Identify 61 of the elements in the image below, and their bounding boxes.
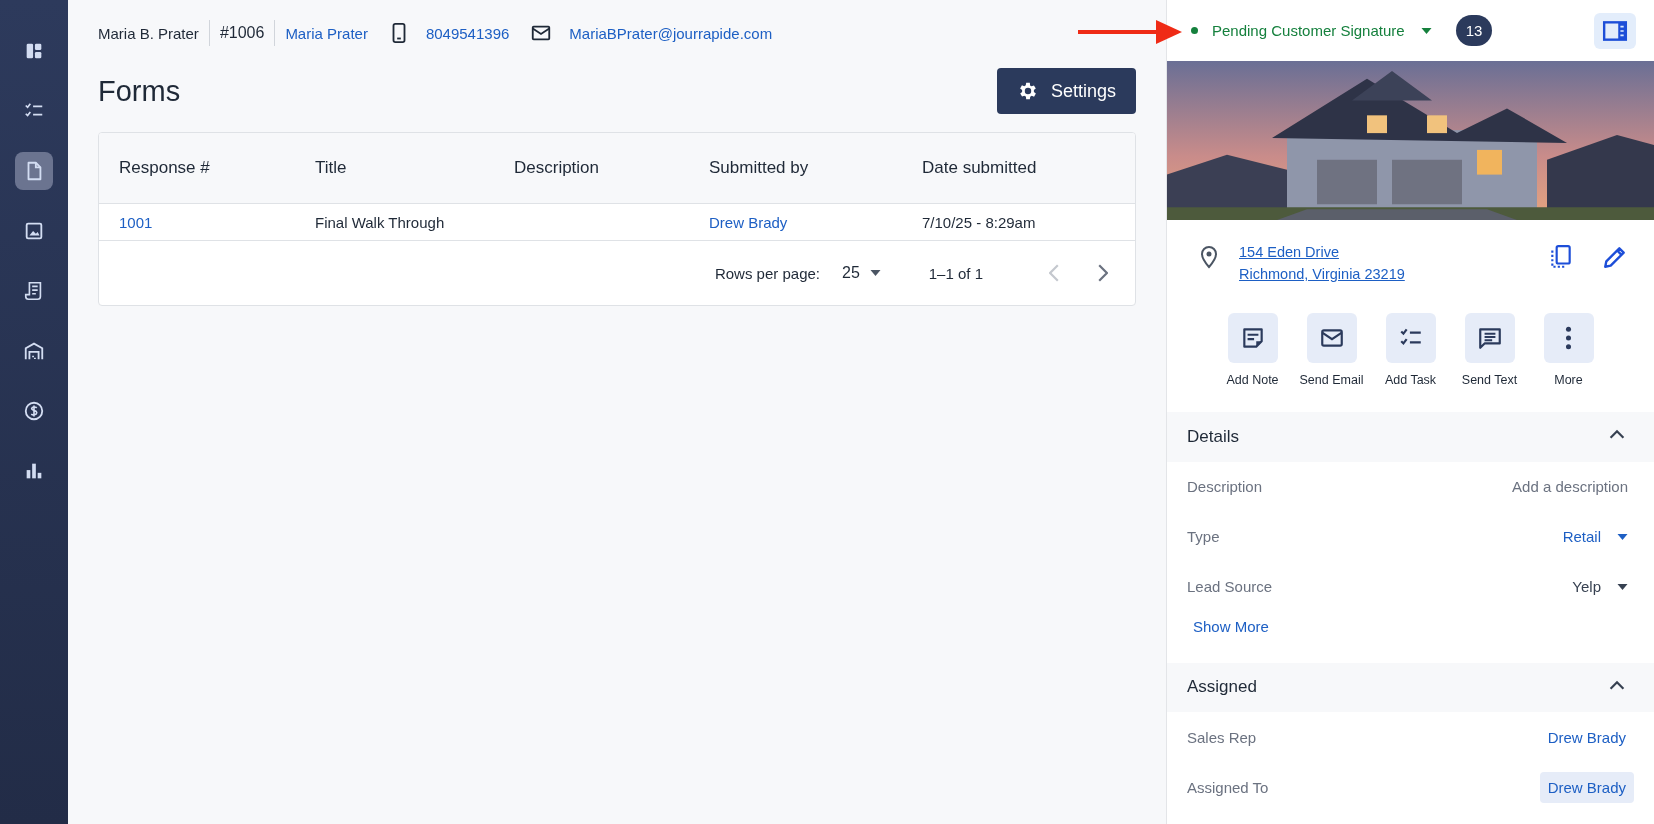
status-dropdown[interactable]: Pending Customer Signature [1212, 22, 1432, 40]
field-label: Sales Rep [1187, 728, 1257, 746]
submitter-link[interactable]: Drew Brady [709, 213, 788, 231]
action-button[interactable]: Send Text [1451, 313, 1528, 413]
action-label: Send Email [1299, 373, 1364, 388]
address-link[interactable]: 154 Eden Drive Richmond, Virginia 23219 [1239, 244, 1405, 283]
contact-link[interactable]: Maria Prater [285, 24, 368, 42]
person-link[interactable]: Drew Brady [1547, 728, 1634, 746]
table-cell-text: 7/10/25 - 8:29am [922, 213, 1037, 231]
caret-icon [1420, 27, 1432, 34]
field-label: Description [1187, 478, 1263, 496]
chat-icon [1476, 325, 1503, 352]
field-label: Assigned To [1187, 778, 1269, 796]
phone-link[interactable]: 8049541396 [425, 24, 510, 42]
rows-per-page-select[interactable]: 25 [842, 264, 881, 282]
page-title: Forms [98, 74, 181, 108]
garage-icon [23, 340, 45, 362]
action-button[interactable]: More [1530, 313, 1607, 413]
panel-toggle-button[interactable] [1594, 12, 1636, 49]
description-field[interactable]: Add a description [1512, 478, 1634, 496]
action-button[interactable]: Add Task [1372, 313, 1449, 413]
column-header: Submitted by [709, 158, 810, 178]
rows-per-page-label: Rows per page: [714, 264, 820, 282]
email-link[interactable]: MariaBPrater@jourrapide.com [569, 24, 773, 42]
action-label: Send Text [1461, 373, 1518, 388]
copy-icon [1548, 244, 1574, 271]
action-label: More [1554, 373, 1583, 388]
action-label: Add Note [1226, 373, 1279, 388]
field-select[interactable]: Yelp [1572, 578, 1634, 596]
settings-button[interactable]: Settings [996, 68, 1136, 114]
more-icon [1565, 326, 1572, 351]
field-label: Lead Source [1187, 578, 1273, 596]
count-badge: 13 [1455, 15, 1493, 47]
person-chip[interactable]: Drew Brady [1539, 771, 1634, 803]
column-header: Date submitted [922, 158, 1038, 178]
table-cell-text: Final Walk Through [315, 213, 446, 231]
dollar-icon [23, 400, 45, 422]
chevron-left-icon [1048, 264, 1060, 282]
column-header: Description [514, 158, 601, 178]
sidebar-item[interactable] [15, 152, 53, 190]
chevron-right-icon [1096, 264, 1108, 282]
response-link[interactable]: 1001 [119, 213, 153, 231]
caret-icon [1617, 583, 1628, 590]
column-header: Title [315, 158, 348, 178]
status-dot [1191, 27, 1198, 35]
page-range: 1–1 of 1 [928, 264, 983, 282]
job-number: #1006 [219, 24, 265, 42]
customer-name: Maria B. Prater [98, 24, 199, 42]
column-header: Response # [119, 158, 211, 178]
action-button[interactable]: Send Email [1293, 313, 1370, 413]
action-button[interactable]: Add Note [1214, 313, 1291, 413]
action-label: Add Task [1384, 373, 1437, 388]
section-title: Assigned [1187, 677, 1257, 698]
show-more-link[interactable]: Show More [1193, 617, 1269, 635]
section-title: Details [1187, 426, 1239, 447]
pencil-icon [1602, 244, 1628, 271]
field-label: Type [1187, 528, 1220, 546]
image-icon [23, 220, 45, 242]
caret-icon [1617, 533, 1628, 540]
field-select[interactable]: Retail [1562, 528, 1634, 546]
caret-icon [869, 270, 881, 276]
